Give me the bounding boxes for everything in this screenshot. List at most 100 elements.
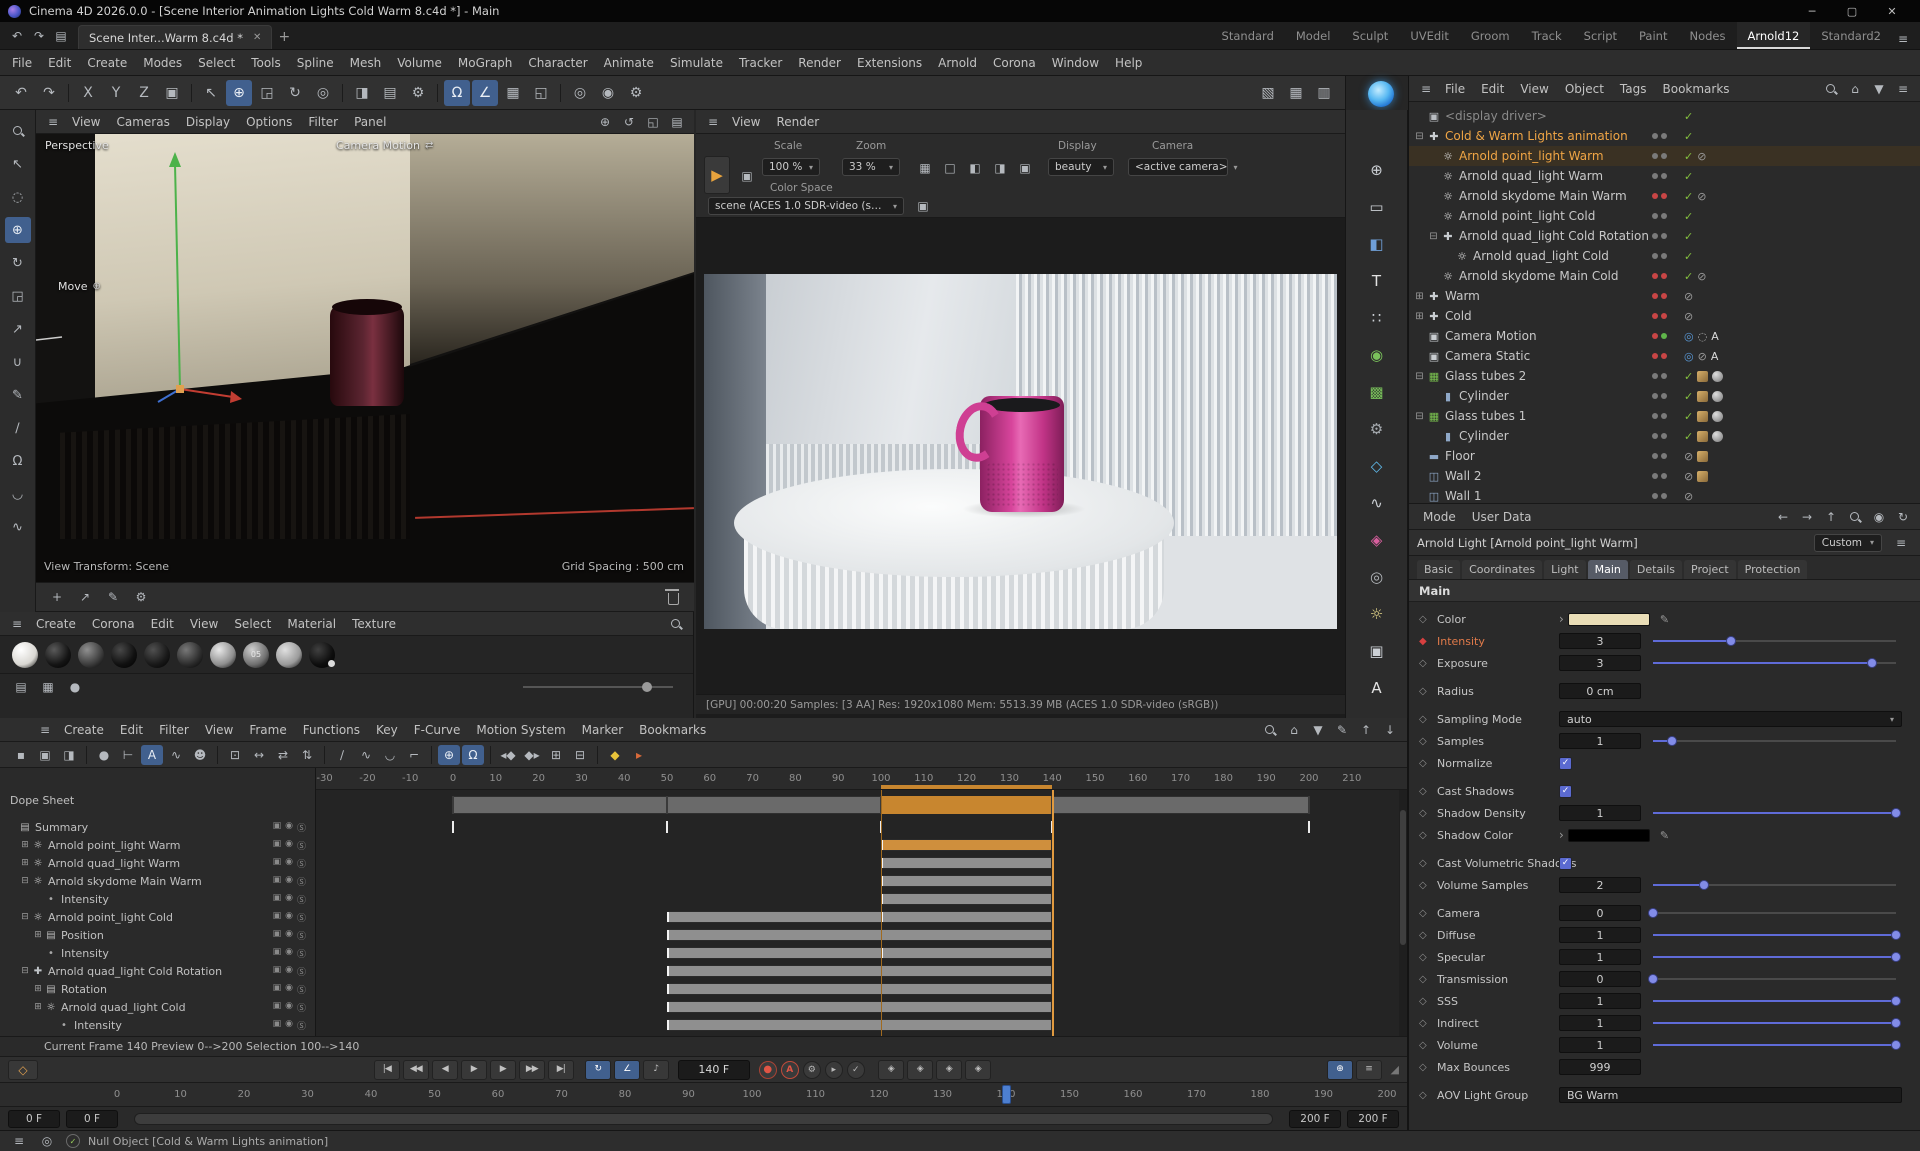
material-9[interactable] xyxy=(276,642,302,668)
track-bar-arnold-point-light-warm[interactable] xyxy=(881,839,1052,851)
delete-button[interactable] xyxy=(662,587,684,607)
volume-icon[interactable]: ▩ xyxy=(1362,378,1392,406)
keyframe-diamond[interactable]: ◆ xyxy=(1419,636,1437,647)
material-menu-texture[interactable]: Texture xyxy=(344,617,404,631)
value-field[interactable]: 2 xyxy=(1559,877,1641,893)
menu-tracker[interactable]: Tracker xyxy=(731,56,790,70)
track-solo-icon[interactable]: Ⓢ xyxy=(297,965,306,978)
document-tab[interactable]: Scene Inter...Warm 8.c4d * ✕ xyxy=(78,25,272,49)
back-icon[interactable]: ← xyxy=(1772,507,1794,527)
track-solo-icon[interactable]: Ⓢ xyxy=(297,929,306,942)
snap-keys-button[interactable]: ⊕ xyxy=(438,745,460,765)
keyframe-diamond[interactable]: ◇ xyxy=(1419,808,1437,819)
view-label[interactable]: Perspective xyxy=(45,139,109,152)
scale-tool-palette[interactable]: ◲ xyxy=(5,283,31,309)
render-view-menu-icon[interactable]: ≡ xyxy=(702,112,724,132)
object-row-glass-tubes-2[interactable]: ⊟▦Glass tubes 2✓ xyxy=(1409,366,1920,386)
object-row-cylinder[interactable]: ▮Cylinder✓ xyxy=(1409,386,1920,406)
track-arnold-quad-light-cold[interactable]: ⊞☼Arnold quad_light Cold▣◉Ⓢ xyxy=(0,998,316,1016)
track-intensity[interactable]: •Intensity▣◉Ⓢ xyxy=(0,890,316,908)
live-selection-tool[interactable]: ↖ xyxy=(198,80,224,106)
color-space-dropdown[interactable]: scene (ACES 1.0 SDR-video (sRGB))▾ xyxy=(708,197,904,215)
menu-volume[interactable]: Volume xyxy=(389,56,450,70)
material-10[interactable] xyxy=(309,642,335,668)
slash-tag-icon[interactable]: ⊘ xyxy=(1684,451,1693,462)
gear-icon[interactable]: ⚙ xyxy=(1362,415,1392,443)
value-field[interactable]: 1 xyxy=(1559,1037,1641,1053)
track-bar-intensity[interactable] xyxy=(881,893,1052,905)
check-tag-icon[interactable]: ✓ xyxy=(1684,211,1693,222)
menu-modes[interactable]: Modes xyxy=(135,56,190,70)
texture-tag-icon[interactable] xyxy=(1697,411,1708,422)
track-filter-icon[interactable]: ▣ xyxy=(273,929,282,942)
slider-knob[interactable] xyxy=(1699,880,1709,890)
texture-tag-icon[interactable] xyxy=(1697,451,1708,462)
slash-tag-icon[interactable]: ⊘ xyxy=(1698,351,1707,362)
last-used-tool[interactable]: ◎ xyxy=(310,80,336,106)
check-tag-icon[interactable]: ✓ xyxy=(1684,371,1693,382)
keying-ok-button[interactable]: ✓ xyxy=(847,1061,865,1079)
track-filter-icon[interactable]: ▣ xyxy=(273,857,282,870)
tab-basic[interactable]: Basic xyxy=(1417,560,1460,579)
viewport-zoom-tool[interactable] xyxy=(5,118,31,144)
track-arnold-quad-light-cold-rotation[interactable]: ⊟✚Arnold quad_light Cold Rotation▣◉Ⓢ xyxy=(0,962,316,980)
back-icon[interactable]: ↶ xyxy=(6,26,28,46)
object-row-arnold-point-light-cold[interactable]: ☼Arnold point_light Cold✓ xyxy=(1409,206,1920,226)
tab-protection[interactable]: Protection xyxy=(1738,560,1808,579)
scroll-down-icon[interactable]: ↓ xyxy=(1379,720,1401,740)
close-button[interactable]: ✕ xyxy=(1872,0,1912,22)
expand-view-icon[interactable]: ▣ xyxy=(1014,158,1036,178)
keyframe-diamond[interactable]: ◇ xyxy=(1419,686,1437,697)
visibility-dots[interactable] xyxy=(1652,173,1678,179)
track-solo-icon[interactable]: Ⓢ xyxy=(297,857,306,870)
menu-spline[interactable]: Spline xyxy=(289,56,342,70)
track-bar-position[interactable] xyxy=(667,929,1052,941)
mograph-icon[interactable]: ◈ xyxy=(1362,526,1392,554)
scale-tool[interactable]: ◲ xyxy=(254,80,280,106)
cube-icon[interactable]: ◧ xyxy=(1362,230,1392,258)
minimize-button[interactable]: ─ xyxy=(1792,0,1832,22)
filter-icon[interactable]: ▼ xyxy=(1868,79,1890,99)
keyframe-diamond[interactable]: ◇ xyxy=(1419,952,1437,963)
track-filter-icon[interactable]: ▣ xyxy=(273,983,282,996)
visibility-dots[interactable] xyxy=(1652,453,1678,459)
viewport-menu-icon[interactable]: ≡ xyxy=(42,112,64,132)
track-expand-toggle[interactable]: ⊞ xyxy=(32,984,44,994)
close-tab-icon[interactable]: ✕ xyxy=(253,32,261,43)
selection-tool-palette[interactable]: ↖ xyxy=(5,151,31,177)
check-tag-icon[interactable]: ✓ xyxy=(1684,411,1693,422)
motion-mode-button[interactable]: ☻ xyxy=(189,745,211,765)
material-tag-icon[interactable] xyxy=(1712,431,1723,442)
rgba-channel-icon[interactable]: ▦ xyxy=(914,158,936,178)
track-bar-intensity[interactable] xyxy=(667,1019,1052,1031)
timeline-menu-view[interactable]: View xyxy=(197,723,241,737)
tweak-mode-button[interactable]: ◎ xyxy=(567,80,593,106)
maximize-view-icon[interactable]: ◱ xyxy=(642,112,664,132)
slider[interactable] xyxy=(1653,634,1896,648)
track-filter-icon[interactable]: ▣ xyxy=(273,911,282,924)
light-icon[interactable]: ☼ xyxy=(1362,600,1392,628)
expand-chevron[interactable]: › xyxy=(1559,828,1564,842)
material-menu-edit[interactable]: Edit xyxy=(143,617,182,631)
om-menu-tags[interactable]: Tags xyxy=(1612,82,1655,96)
display-dropdown[interactable]: beauty▾ xyxy=(1048,158,1114,176)
timeline-resize-icon[interactable]: ◢ xyxy=(1391,1063,1399,1076)
visibility-dots[interactable] xyxy=(1652,413,1678,419)
slash-tag-icon[interactable]: ⊘ xyxy=(1697,271,1706,282)
parent-icon[interactable]: ↑ xyxy=(1820,507,1842,527)
material-menu-view[interactable]: View xyxy=(182,617,226,631)
alpha-channel-icon[interactable]: □ xyxy=(939,158,961,178)
track-summary[interactable]: ▤Summary▣◉Ⓢ xyxy=(0,818,316,836)
ease-interp-icon[interactable]: ◡ xyxy=(379,745,401,765)
slider[interactable] xyxy=(1653,994,1896,1008)
menu-render[interactable]: Render xyxy=(790,56,849,70)
check-tag-icon[interactable]: ✓ xyxy=(1684,111,1693,122)
timeline-end-field[interactable]: 200 F xyxy=(1347,1110,1399,1128)
track-filter-icon[interactable]: ▣ xyxy=(273,821,282,834)
slider[interactable] xyxy=(1653,972,1896,986)
timeline-menu-f-curve[interactable]: F-Curve xyxy=(406,723,469,737)
menu-icon[interactable]: ≡ xyxy=(8,1131,30,1151)
menu-select[interactable]: Select xyxy=(190,56,243,70)
material-tag-icon[interactable] xyxy=(1712,411,1723,422)
capture-settings-button[interactable]: ▥ xyxy=(1311,80,1337,106)
